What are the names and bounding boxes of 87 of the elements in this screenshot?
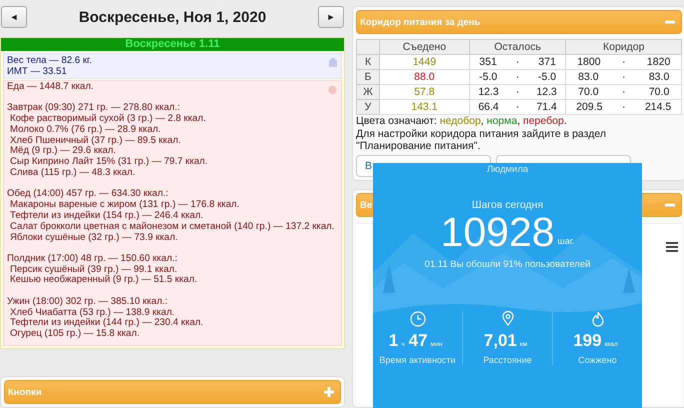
legend-punctuation: , (480, 115, 485, 128)
previous-day-button[interactable]: ◄ (1, 6, 27, 28)
range-separator: · (516, 86, 520, 98)
user-name: Людмила (486, 164, 528, 175)
table-cell: 1820 (646, 56, 670, 68)
steps-caption: Шагов сегодня (472, 199, 544, 211)
panel-title: Коридор питания за день (360, 16, 480, 28)
table-cell: 214.5 (644, 101, 672, 113)
legend-label: Цвета означают: (356, 115, 438, 128)
expand-icon[interactable] (324, 387, 334, 397)
table-cell: 83.0 (578, 71, 599, 83)
panel-title: Ве (360, 200, 372, 210)
range-separator: · (622, 71, 626, 83)
next-day-button[interactable]: ► (318, 6, 344, 28)
body-stat: Вес тела — 82.6 кг. (7, 54, 92, 66)
table-cell: 83.0 (648, 71, 670, 83)
legend-punctuation: , (517, 115, 522, 128)
food-item: Яблоки сушёные (32 гр.) — 73.9 ккал. (9, 232, 178, 244)
range-separator: · (622, 101, 626, 113)
table-cell: 12.3 (536, 86, 557, 98)
flame-icon (590, 311, 604, 327)
food-item: Хлеб Чиабатта (53 гр.) — 138.9 ккал. (9, 308, 175, 318)
range-separator: · (516, 71, 520, 83)
eaten-cell: 57.8 (380, 84, 470, 100)
table-cell: 70.0 (648, 86, 670, 98)
food-item: Тефтели из индейки (154 гр.) — 246.4 ккал. (9, 210, 204, 222)
eaten-cell: 88.0 (380, 70, 470, 84)
food-item: Мёд (9 гр.) — 29.6 ккал. (9, 146, 116, 156)
table-cell: 12.3 (478, 86, 499, 98)
scale-icon (329, 58, 337, 67)
range-separator: · (622, 86, 626, 98)
apple-icon (328, 84, 337, 94)
comparison-text: 01.11 Вы обошли 91% пользователей (424, 259, 590, 270)
row-label: Ж (356, 84, 380, 100)
steps-count: 10928 (440, 211, 555, 253)
column-header: Коридор (566, 40, 682, 54)
food-item: Кофе растворимый сухой (3 гр.) — 2.8 ккал. (9, 114, 206, 125)
eaten-cell: 143.1 (380, 100, 470, 114)
table-cell: 209.5 (576, 101, 602, 113)
stat-label: Время активности (379, 355, 456, 365)
day-banner: Воскресенье 1.11 (1, 38, 344, 51)
table-cell: -5.0 (479, 71, 498, 83)
date-title: Воскресенье, Ноя 1, 2020 (78, 8, 266, 26)
food-item: Молоко 0.7% (76 гр.) — 28.9 ккал. (9, 124, 161, 136)
legend-item: перебор (523, 115, 564, 128)
meal-title: Завтрак (09:30) 271 гр. — 278.80 ккал.: (7, 103, 180, 114)
food-item: Кешью необжаренный (9 гр.) — 51.5 ккал. (9, 275, 198, 286)
table-cell: 351 (479, 56, 497, 68)
row-label: К (356, 54, 380, 70)
food-total: Еда — 1448.7 ккал. (7, 82, 94, 93)
table-cell: 70.0 (578, 86, 599, 98)
food-item: Хлеб Пшеничный (37 гр.) — 89.5 ккал. (9, 136, 181, 146)
location-pin-icon (500, 311, 516, 327)
food-item: Слива (115 гр.) — 48.3 ккал. (9, 168, 136, 179)
meal-title: Ужин (18:00) 302 гр. — 385.10 ккал.: (7, 296, 168, 308)
range-separator: · (516, 101, 520, 113)
row-label: У (356, 100, 380, 114)
range-separator: · (516, 56, 520, 68)
food-item: Сыр Киприно Лайт 15% (31 гр.) — 79.7 ккал. (9, 157, 208, 168)
food-item: Тефтели из индейки (144 гр.) — 230.4 ккал. (9, 318, 204, 329)
legend-item: недобор (440, 115, 481, 128)
table-cell: 1800 (577, 56, 601, 68)
meal-title: Обед (14:00) 457 гр. — 634.30 ккал.: (7, 189, 168, 200)
clock-icon (410, 311, 426, 327)
food-item: Огурец (105 гр.) — 15.8 ккал. (9, 329, 140, 340)
column-header: Съедено (380, 40, 470, 54)
meal-title: Полдник (17:00) 48 гр. — 150.60 ккал.: (7, 254, 178, 264)
table-cell: 71.4 (536, 101, 557, 113)
column-header: Осталось (469, 40, 566, 54)
food-item: Персик сушёный (39 гр.) — 99.1 ккал. (9, 264, 178, 275)
food-item: Салат брокколи цветная с майонезом и сметаной (140 гр.) — 137.2 ккал. (9, 222, 334, 233)
legend-punctuation: . (564, 115, 567, 128)
eaten-cell: 1449 (380, 54, 470, 70)
menu-icon[interactable] (666, 242, 678, 252)
steps-unit: шаг. (558, 236, 574, 246)
stat-label: Расстояние (483, 355, 532, 365)
legend-item: норма (486, 115, 518, 128)
row-label: Б (356, 70, 380, 84)
range-separator: · (622, 56, 626, 68)
table-cell: 371 (538, 56, 556, 68)
corridor-note: Для настройки коридора питания зайдите в раздел "Планирование питания". (356, 128, 607, 152)
food-item: Макароны вареные с жиром (131 гр.) — 176.8 ккал. (9, 200, 240, 210)
panel-title: Кнопки (8, 386, 42, 398)
stat-label: Сожжено (578, 355, 617, 365)
body-stat: ИМТ — 33.51 (7, 66, 67, 77)
table-cell: 66.4 (478, 101, 499, 113)
table-cell: -5.0 (538, 71, 556, 83)
